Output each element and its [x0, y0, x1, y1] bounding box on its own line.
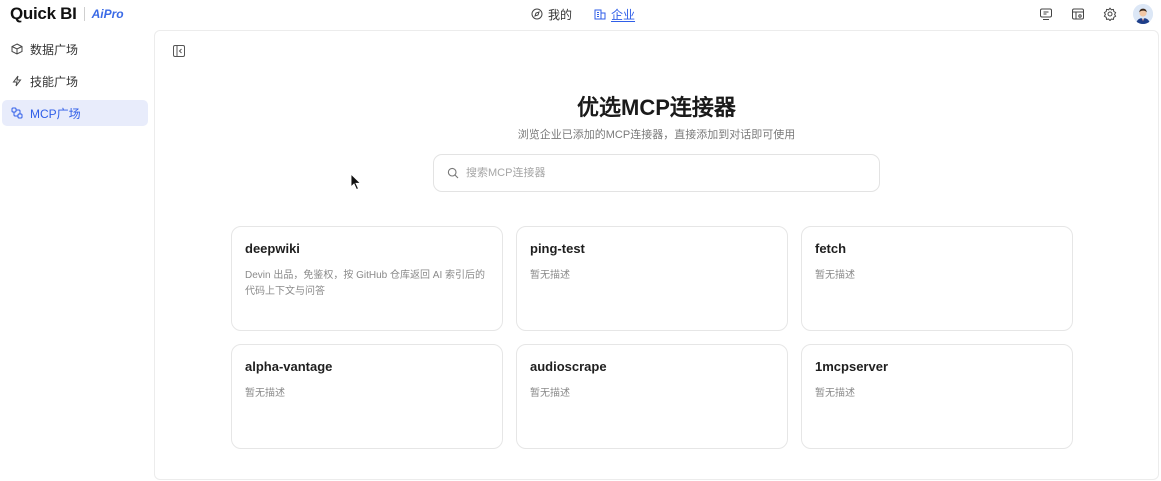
compass-icon	[531, 8, 543, 20]
card-title: 1mcpserver	[815, 359, 888, 374]
sidebar-item-mcp-plaza[interactable]: MCP广场	[2, 100, 148, 126]
brand-divider	[83, 7, 85, 21]
cube-icon	[11, 43, 23, 55]
card-title: alpha-vantage	[245, 359, 333, 374]
card-title: audioscrape	[530, 359, 607, 374]
nav-enterprise[interactable]: 企业	[594, 6, 635, 23]
monitor-icon	[1039, 8, 1052, 20]
connector-card-audioscrape[interactable]: audioscrape 暂无描述	[516, 344, 788, 449]
top-nav: 我的 企业	[531, 5, 635, 23]
page-subtitle: 浏览企业已添加的MCP连接器，直接添加到对话即可使用	[517, 129, 796, 141]
brand-name: Quick BI	[10, 4, 77, 23]
sidebar-collapse-icon	[173, 45, 185, 57]
lightning-icon	[12, 75, 22, 87]
top-actions	[1037, 3, 1153, 25]
connector-card-deepwiki[interactable]: deepwiki Devin 出品，免鉴权，按 GitHub 仓库返回 AI 索…	[231, 226, 503, 331]
settings-button[interactable]	[1101, 6, 1118, 23]
monitor-button[interactable]	[1037, 6, 1054, 23]
collapse-sidebar-button[interactable]	[172, 44, 186, 58]
card-title: fetch	[815, 241, 847, 256]
card-description: 暂无描述	[530, 388, 570, 399]
nav-enterprise-label: 企业	[611, 7, 636, 22]
main-panel: 优选MCP连接器 浏览企业已添加的MCP连接器，直接添加到对话即可使用 deep…	[154, 30, 1159, 480]
layout-button[interactable]	[1069, 6, 1086, 23]
search-input[interactable]	[466, 167, 846, 179]
nav-mine[interactable]: 我的	[531, 6, 572, 23]
sidebar-item-label: MCP广场	[30, 106, 81, 121]
search-icon	[447, 167, 459, 179]
card-description: 暂无描述	[245, 388, 285, 399]
settings-icon	[1103, 7, 1116, 21]
card-description: 暂无描述	[530, 270, 570, 281]
brand-badge: AiPro	[91, 7, 124, 21]
connector-card-fetch[interactable]: fetch 暂无描述	[801, 226, 1073, 331]
sidebar-item-label: 技能广场	[30, 74, 79, 89]
sidebar: 数据广场 技能广场 MCP广场	[0, 36, 152, 132]
card-description: 暂无描述	[815, 388, 855, 399]
top-bar: Quick BI AiPro 我的 企业	[0, 0, 1161, 28]
avatar[interactable]	[1133, 4, 1153, 24]
layout-icon	[1071, 8, 1084, 20]
connector-icon	[11, 107, 23, 119]
connector-grid: deepwiki Devin 出品，免鉴权，按 GitHub 仓库返回 AI 索…	[231, 226, 1073, 449]
building-icon	[594, 9, 606, 20]
sidebar-item-label: 数据广场	[30, 42, 79, 57]
search-box[interactable]	[433, 154, 880, 192]
page-title: 优选MCP连接器	[577, 95, 736, 120]
avatar-image	[1133, 4, 1153, 24]
card-description: Devin 出品，免鉴权，按 GitHub 仓库返回 AI 索引后的代码上下文与…	[245, 270, 486, 297]
brand-logo[interactable]: Quick BI AiPro	[10, 4, 124, 24]
connector-card-alpha-vantage[interactable]: alpha-vantage 暂无描述	[231, 344, 503, 449]
sidebar-item-data-plaza[interactable]: 数据广场	[2, 36, 148, 62]
card-title: deepwiki	[245, 241, 300, 256]
connector-card-1mcpserver[interactable]: 1mcpserver 暂无描述	[801, 344, 1073, 449]
mouse-pointer-icon	[350, 173, 362, 191]
card-description: 暂无描述	[815, 270, 855, 281]
sidebar-item-skill-plaza[interactable]: 技能广场	[2, 68, 148, 94]
connector-card-ping-test[interactable]: ping-test 暂无描述	[516, 226, 788, 331]
nav-mine-label: 我的	[548, 7, 573, 22]
card-title: ping-test	[530, 241, 585, 256]
